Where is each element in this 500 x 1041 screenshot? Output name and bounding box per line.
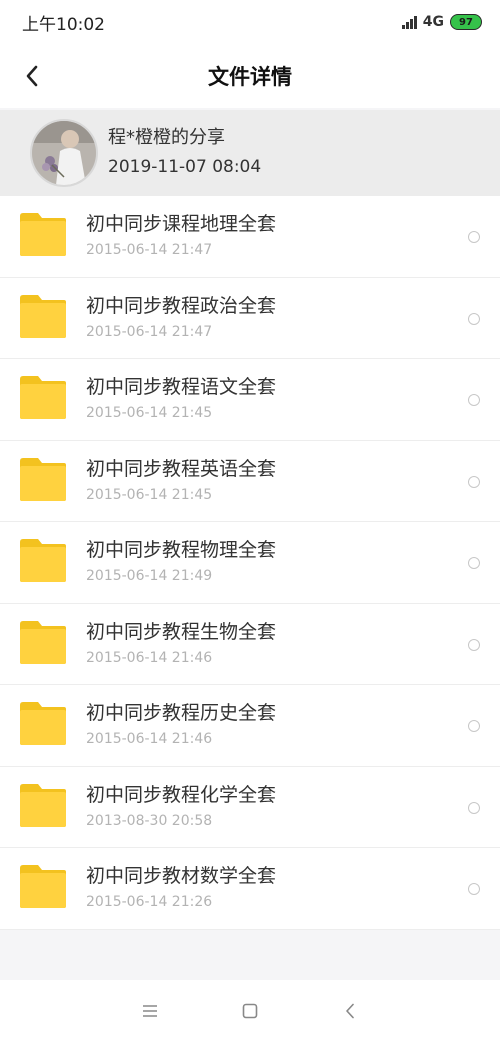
- menu-button[interactable]: [130, 991, 170, 1031]
- file-date: 2015-06-14 21:49: [86, 568, 213, 584]
- file-text: 初中同步教材数学全套 2015-06-14 21:26: [86, 864, 276, 912]
- file-date: 2015-06-14 21:46: [86, 649, 213, 666]
- select-radio-icon[interactable]: [468, 312, 480, 325]
- share-text: 程*橙橙的分享 2019-11-07 08:04: [108, 126, 261, 180]
- file-text: 初中同步教程政治全套 2015-06-14 21:47: [86, 294, 276, 342]
- file-text: 初中同步课程地理全套 2015-06-14 21:47: [86, 212, 276, 260]
- file-list-item[interactable]: 初中同步教程化学全套 2013-08-30 20:58: [0, 767, 500, 848]
- folder-icon: [20, 620, 66, 664]
- file-date: 2015-06-14 21:45: [86, 486, 213, 503]
- folder-icon: [20, 376, 66, 419]
- folder-icon: [20, 294, 66, 338]
- chevron-left-icon: [26, 65, 38, 87]
- home-button[interactable]: [230, 991, 270, 1031]
- select-radio-icon[interactable]: [468, 394, 480, 406]
- file-list-item[interactable]: 初中同步教程政治全套 2015-06-14 21:47: [0, 278, 500, 359]
- system-back-button[interactable]: [330, 991, 370, 1031]
- file-name: 初中同步课程地理全套: [86, 213, 277, 235]
- folder-icon: [20, 213, 66, 256]
- file-list-item[interactable]: 初中同步教程历史全套 2015-06-14 21:46: [0, 685, 500, 767]
- select-radio-icon[interactable]: [468, 475, 480, 488]
- folder-icon: [20, 702, 66, 745]
- select-radio-icon[interactable]: [468, 231, 480, 243]
- file-list-item[interactable]: 初中同步教程物理全套 2015-06-14 21:49: [0, 522, 500, 604]
- file-date: 2013-08-30 20:58: [86, 812, 213, 829]
- file-list-item[interactable]: 初中同步教程生物全套 2015-06-14 21:46: [0, 604, 500, 685]
- screen: 上午10:02 4G 97 文件详情 程*橙橙的分享 2019-11-07 08…: [0, 0, 500, 1041]
- file-list-item[interactable]: 初中同步教材数学全套 2015-06-14 21:26: [0, 848, 500, 930]
- folder-icon: [20, 539, 66, 582]
- chevron-left-icon: [346, 1003, 354, 1018]
- file-list: 初中同步课程地理全套 2015-06-14 21:47 初中同步教程政治全套 2015…: [0, 196, 500, 930]
- select-radio-icon[interactable]: [468, 638, 480, 651]
- status-time: 上午10:02: [22, 14, 105, 35]
- file-text: 初中同步教程英语全套 2015-06-14 21:45: [86, 457, 276, 505]
- battery-level: 97: [459, 16, 473, 28]
- select-radio-icon[interactable]: [468, 883, 480, 895]
- back-button[interactable]: [16, 60, 48, 92]
- square-home-icon: [242, 1003, 258, 1018]
- file-date: 2015-06-14 21:47: [86, 242, 213, 258]
- file-name: 初中同步教程生物全套: [86, 620, 277, 643]
- file-text: 初中同步教程生物全套 2015-06-14 21:46: [86, 620, 276, 668]
- file-name: 初中同步教程历史全套: [86, 702, 277, 724]
- file-list-item[interactable]: 初中同步教程英语全套 2015-06-14 21:45: [0, 441, 500, 522]
- avatar[interactable]: [30, 119, 98, 187]
- file-date: 2015-06-14 21:26: [86, 894, 213, 910]
- status-bar: 上午10:02 4G 97: [0, 0, 500, 44]
- share-owner-name: 程*橙橙的分享: [108, 127, 225, 148]
- menu-icon: [143, 1004, 157, 1017]
- share-datetime: 2019-11-07 08:04: [108, 157, 262, 177]
- page-title: 文件详情: [208, 65, 292, 89]
- file-name: 初中同步教材数学全套: [86, 865, 277, 887]
- folder-icon: [20, 457, 66, 501]
- select-radio-icon[interactable]: [468, 801, 480, 814]
- signal-icon: [401, 15, 417, 29]
- file-text: 初中同步教程历史全套 2015-06-14 21:46: [86, 701, 276, 749]
- file-date: 2015-06-14 21:45: [86, 405, 213, 421]
- system-nav-bar: [0, 980, 500, 1041]
- folder-icon: [20, 783, 66, 827]
- file-name: 初中同步教程语文全套: [86, 376, 277, 398]
- file-name: 初中同步教程政治全套: [86, 294, 277, 317]
- file-name: 初中同步教程化学全套: [86, 783, 277, 806]
- select-radio-icon[interactable]: [468, 720, 480, 732]
- file-date: 2015-06-14 21:46: [86, 731, 213, 747]
- file-text: 初中同步教程化学全套 2013-08-30 20:58: [86, 783, 276, 831]
- battery-icon: 97: [450, 14, 482, 30]
- file-date: 2015-06-14 21:47: [86, 323, 213, 340]
- status-indicators: 4G 97: [401, 14, 482, 30]
- file-list-item[interactable]: 初中同步教程语文全套 2015-06-14 21:45: [0, 359, 500, 441]
- folder-icon: [20, 865, 66, 908]
- file-text: 初中同步教程语文全套 2015-06-14 21:45: [86, 375, 276, 423]
- file-name: 初中同步教程英语全套: [86, 457, 277, 480]
- header: 文件详情: [0, 44, 500, 108]
- network-type: 4G: [422, 14, 444, 30]
- file-list-item[interactable]: 初中同步课程地理全套 2015-06-14 21:47: [0, 196, 500, 278]
- file-name: 初中同步教程物理全套: [86, 539, 277, 561]
- share-info: 程*橙橙的分享 2019-11-07 08:04: [0, 110, 500, 196]
- file-text: 初中同步教程物理全套 2015-06-14 21:49: [86, 538, 276, 586]
- avatar-image: [32, 121, 96, 185]
- select-radio-icon[interactable]: [468, 557, 480, 569]
